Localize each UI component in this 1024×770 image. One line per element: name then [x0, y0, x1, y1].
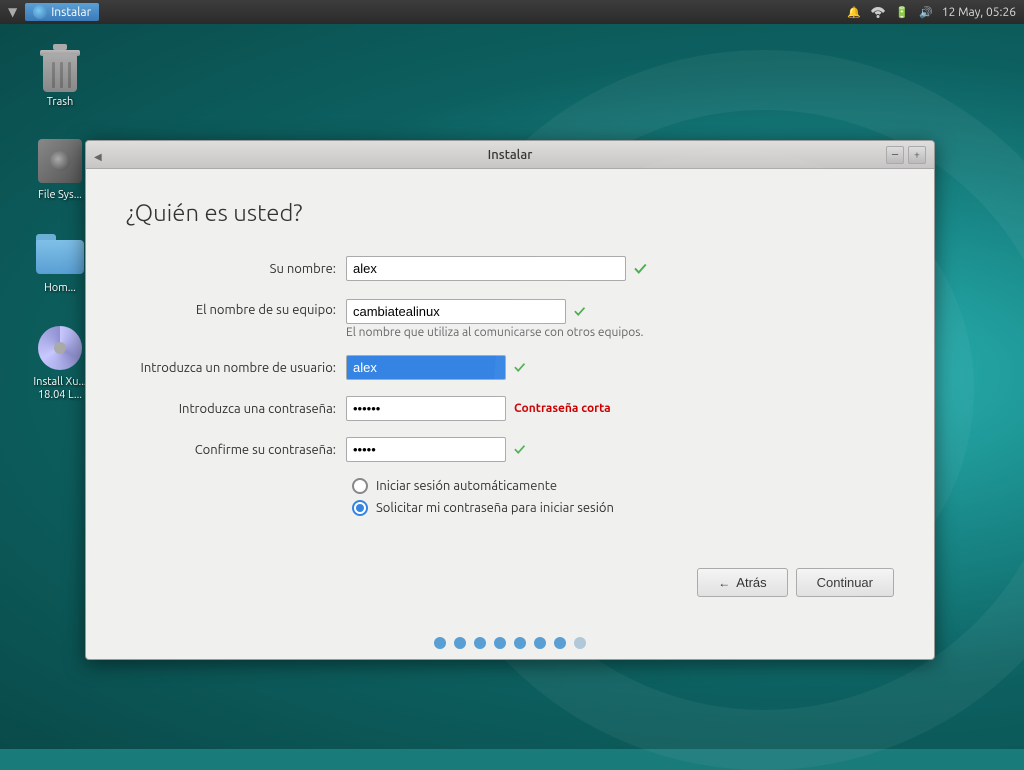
confirm-field: ✓ [346, 437, 894, 462]
radio-auto-label: Iniciar sesión automáticamente [376, 479, 557, 493]
equipo-field: ✓ [346, 299, 643, 324]
form-table: Su nombre: ✓ El nombre de su equipo: ✓ [126, 256, 894, 462]
confirm-label: Confirme su contraseña: [126, 443, 346, 457]
usuario-field: ✓ [346, 355, 894, 380]
usuario-input[interactable] [346, 355, 506, 380]
form-row-equipo: El nombre de su equipo: ✓ El nombre que … [126, 297, 894, 339]
taskbar-app-icon [33, 5, 47, 19]
progress-dot-6 [554, 637, 566, 649]
back-arrow-icon: ← [718, 576, 730, 590]
back-button[interactable]: ← Atrás [697, 568, 787, 597]
trash-body [43, 54, 77, 92]
window-content: ¿Quién es usted? Su nombre: ✓ El nombre … [86, 169, 934, 552]
home-label: Hom... [44, 282, 76, 295]
taskbar-left: ▼ Instalar [0, 3, 99, 21]
nombre-label: Su nombre: [126, 262, 346, 276]
progress-dot-4 [514, 637, 526, 649]
window-title: Instalar [488, 148, 533, 162]
form-row-password: Introduzca una contraseña: Contraseña co… [126, 396, 894, 421]
home-folder-icon [36, 230, 84, 278]
progress-dot-2 [474, 637, 486, 649]
radio-row-manual: Solicitar mi contraseña para iniciar ses… [352, 500, 894, 516]
taskbar-right: 🔔 🔋 🔊 12 May, 05:26 [846, 4, 1024, 20]
progress-dot-1 [454, 637, 466, 649]
progress-dot-7 [574, 637, 586, 649]
install-cd-icon [36, 324, 84, 372]
nombre-check-icon: ✓ [634, 259, 647, 279]
nombre-field: ✓ [346, 256, 894, 281]
trash-lines [52, 62, 71, 88]
progress-dots [86, 617, 934, 659]
radio-group: Iniciar sesión automáticamente Solicitar… [352, 478, 894, 516]
progress-dot-5 [534, 637, 546, 649]
radio-manual-label: Solicitar mi contraseña para iniciar ses… [376, 501, 614, 515]
battery-icon[interactable]: 🔋 [894, 4, 910, 20]
password-input[interactable] [346, 396, 506, 421]
install-label: Install Xu... 18.04 L... [33, 376, 86, 402]
radio-manual-button[interactable] [352, 500, 368, 516]
back-label: Atrás [736, 575, 766, 590]
taskbar-system-indicator[interactable]: ▼ [4, 5, 21, 19]
progress-dot-3 [494, 637, 506, 649]
equipo-input[interactable] [346, 299, 566, 324]
window-pin-icon: ◀ [94, 151, 102, 159]
form-row-nombre: Su nombre: ✓ [126, 256, 894, 281]
taskbar: ▼ Instalar 🔔 🔋 🔊 12 May, [0, 0, 1024, 24]
usuario-label: Introduzca un nombre de usuario: [126, 361, 346, 375]
continue-label: Continuar [817, 575, 873, 590]
taskbar-clock: 12 May, 05:26 [942, 6, 1016, 19]
volume-icon[interactable]: 🔊 [918, 4, 934, 20]
network-icon[interactable] [870, 4, 886, 20]
equipo-hint: El nombre que utiliza al comunicarse con… [346, 326, 643, 339]
equipo-field-column: ✓ El nombre que utiliza al comunicarse c… [346, 299, 643, 339]
progress-dot-0 [434, 637, 446, 649]
confirm-check-icon: ✓ [514, 441, 525, 459]
radio-row-auto: Iniciar sesión automáticamente [352, 478, 894, 494]
filesystem-label: File Sys... [38, 189, 82, 202]
password-field: Contraseña corta [346, 396, 894, 421]
continue-button[interactable]: Continuar [796, 568, 894, 597]
folder-body [36, 240, 84, 274]
password-label: Introduzca una contraseña: [126, 402, 346, 416]
equipo-label: El nombre de su equipo: [126, 299, 346, 317]
window-titlebar: ◀ Instalar ─ + [86, 141, 934, 169]
taskbar-app-label: Instalar [51, 6, 91, 19]
radio-auto-button[interactable] [352, 478, 368, 494]
installer-window: ◀ Instalar ─ + ¿Quién es usted? Su nombr… [85, 140, 935, 660]
window-controls: ─ + [886, 146, 926, 164]
cd-hole [54, 342, 66, 354]
nav-buttons: ← Atrás Continuar [86, 552, 934, 617]
password-error: Contraseña corta [514, 402, 611, 415]
page-heading: ¿Quién es usted? [126, 199, 894, 226]
trash-label: Trash [47, 96, 74, 109]
form-row-usuario: Introduzca un nombre de usuario: ✓ [126, 355, 894, 380]
window-minimize-button[interactable]: ─ [886, 146, 904, 164]
nombre-input[interactable] [346, 256, 626, 281]
taskbar-app-instalar[interactable]: Instalar [25, 3, 99, 21]
equipo-check-icon: ✓ [574, 303, 585, 321]
filesystem-icon [36, 137, 84, 185]
window-maximize-button[interactable]: + [908, 146, 926, 164]
form-row-confirm: Confirme su contraseña: ✓ [126, 437, 894, 462]
desktop-icon-trash[interactable]: Trash [20, 40, 100, 113]
confirm-input[interactable] [346, 437, 506, 462]
disk-circle [50, 151, 70, 171]
desktop: ▼ Instalar 🔔 🔋 🔊 12 May, [0, 0, 1024, 749]
notification-icon[interactable]: 🔔 [846, 4, 862, 20]
trash-icon [36, 44, 84, 92]
radio-dot [356, 504, 364, 512]
usuario-check-icon: ✓ [514, 359, 525, 377]
